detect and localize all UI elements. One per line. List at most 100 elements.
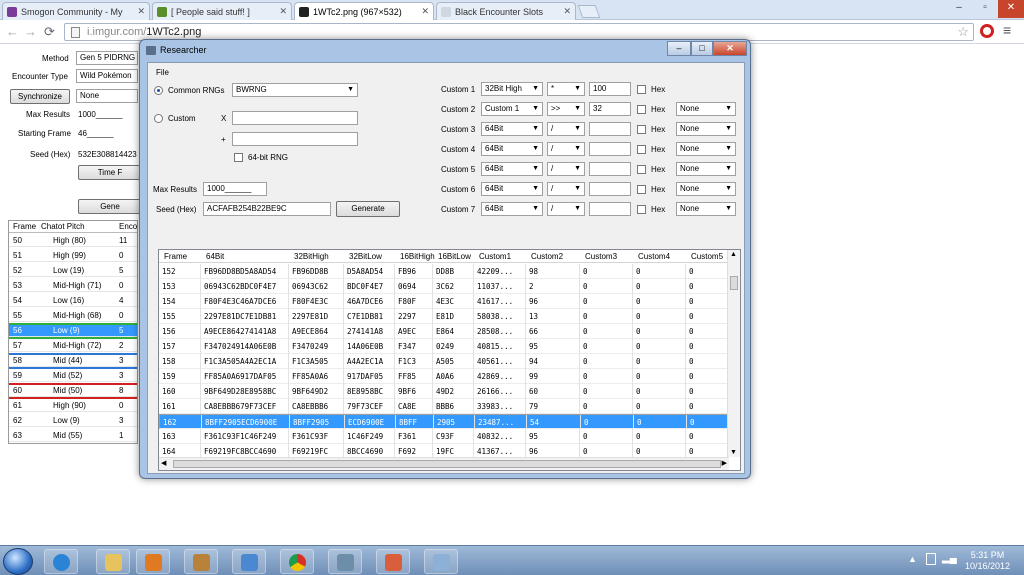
max-results-field[interactable]: 1000______ (203, 182, 267, 196)
generate-button[interactable]: Generate (336, 201, 400, 217)
synchronize-button[interactable]: Synchronize (10, 89, 70, 104)
signal-icon[interactable]: ▂▄ (942, 553, 957, 564)
table-row[interactable]: 61 High (90) 0 (9, 400, 137, 412)
custom6-type-select[interactable]: 64Bit ▼ (481, 182, 543, 196)
custom1-value-field[interactable]: 100 (589, 82, 631, 96)
custom5-type-select[interactable]: 64Bit ▼ (481, 162, 543, 176)
custom7-value-field[interactable] (589, 202, 631, 216)
table-row[interactable]: 59 Mid (52) 3 (9, 370, 137, 382)
table-row[interactable]: 152 FB96DD8BD5A8AD54 FB96DD8B D5A8AD54 FB96 D… (159, 264, 729, 279)
scroll-down-icon[interactable]: ▼ (730, 449, 737, 456)
header-frame[interactable]: Frame (13, 221, 36, 233)
custom3-type-select[interactable]: 64Bit ▼ (481, 122, 543, 136)
table-row[interactable]: 63 Mid (55) 1 (9, 430, 137, 442)
custom7-type-select[interactable]: 64Bit ▼ (481, 202, 543, 216)
seed-hex-field[interactable]: 532E308814423 (78, 150, 140, 159)
header-encounter[interactable]: Enco (119, 221, 137, 233)
custom4-hex-checkbox[interactable] (637, 145, 646, 154)
table-row[interactable]: 157 F347024914A06E0B F3470249 14A06E0B F347 0… (159, 339, 729, 354)
custom4-extra-select[interactable]: None ▼ (676, 142, 736, 156)
show-hidden-icons-icon[interactable]: ▲ (908, 554, 917, 564)
method-select[interactable]: Gen 5 PIDRNG (76, 51, 138, 65)
header-64bit[interactable]: 64Bit (206, 250, 224, 263)
clock[interactable]: 5:31 PM 10/16/2012 (965, 550, 1010, 572)
custom7-extra-select[interactable]: None ▼ (676, 202, 736, 216)
tab-imgur-image[interactable]: 1WTc2.png (967×532) ✕ (294, 2, 434, 20)
vertical-scrollbar[interactable]: ▲ ▼ (727, 250, 740, 457)
close-icon[interactable]: ✕ (279, 6, 287, 17)
custom4-value-field[interactable] (589, 142, 631, 156)
bookmark-star-icon[interactable]: ☆ (957, 24, 969, 40)
starting-frame-field[interactable]: 46______ (78, 129, 114, 138)
minimize-button[interactable]: – (946, 0, 972, 18)
close-window-button[interactable]: ✕ (713, 41, 747, 56)
table-row-selected[interactable]: 56 Low (9) 5 (9, 323, 137, 339)
tab-people-said-stuff[interactable]: [ People said stuff! ] ✕ (152, 2, 292, 20)
rng64-checkbox[interactable] (234, 153, 243, 162)
max-results-field[interactable]: 1000______ (78, 110, 123, 119)
scroll-right-icon[interactable]: ▶ (722, 459, 727, 467)
close-icon[interactable]: ✕ (137, 6, 145, 17)
custom6-op-select[interactable]: / ▼ (547, 182, 585, 196)
scroll-left-icon[interactable]: ◀ (161, 459, 166, 467)
header-frame[interactable]: Frame (164, 250, 187, 263)
common-rngs-radio[interactable] (154, 86, 163, 95)
header-custom4[interactable]: Custom4 (638, 250, 670, 263)
taskbar-media[interactable] (136, 549, 170, 574)
taskbar-chrome[interactable] (280, 549, 314, 574)
scroll-thumb-horizontal[interactable] (173, 460, 721, 468)
table-row[interactable]: 158 F1C3A505A4A2EC1A F1C3A505 A4A2EC1A F1C3 A… (159, 354, 729, 369)
custom-radio[interactable] (154, 114, 163, 123)
encounter-type-select[interactable]: Wild Pokémon (76, 69, 138, 83)
taskbar-paint[interactable] (376, 549, 410, 574)
table-row[interactable]: 153 06943C62BDC0F4E7 06943C62 BDC0F4E7 0694 3… (159, 279, 729, 294)
custom5-op-select[interactable]: / ▼ (547, 162, 585, 176)
minimize-button[interactable]: – (667, 41, 691, 56)
custom1-op-select[interactable]: * ▼ (547, 82, 585, 96)
opera-icon[interactable] (980, 24, 994, 38)
header-chatot-pitch[interactable]: Chatot Pitch (41, 221, 85, 233)
custom-x-field[interactable] (232, 111, 358, 125)
custom2-type-select[interactable]: Custom 1 ▼ (481, 102, 543, 116)
header-32bithigh[interactable]: 32BitHigh (294, 250, 329, 263)
taskbar-calculator[interactable] (424, 549, 458, 574)
back-arrow-icon[interactable]: ← (6, 24, 19, 39)
scroll-thumb[interactable] (730, 276, 738, 290)
table-row[interactable]: 159 FF85A0A6917DAF05 FF85A0A6 917DAF05 FF85 A… (159, 369, 729, 384)
taskbar-archive[interactable] (184, 549, 218, 574)
custom2-value-field[interactable]: 32 (589, 102, 631, 116)
header-custom1[interactable]: Custom1 (479, 250, 511, 263)
seed-hex-field[interactable]: ACFAFB254B22BE9C (203, 202, 331, 216)
table-row[interactable]: 50 High (80) 11 (9, 235, 137, 247)
table-row[interactable]: 51 High (99) 0 (9, 250, 137, 262)
table-row[interactable]: 161 CA8EBBB679F73CEF CA8EBBB6 79F73CEF CA8E B… (159, 399, 729, 414)
custom2-extra-select[interactable]: None ▼ (676, 102, 736, 116)
header-custom2[interactable]: Custom2 (531, 250, 563, 263)
synchronize-select[interactable]: None (76, 89, 138, 103)
wrench-menu-icon[interactable]: ≡ (1003, 22, 1011, 38)
custom6-hex-checkbox[interactable] (637, 185, 646, 194)
custom4-type-select[interactable]: 64Bit ▼ (481, 142, 543, 156)
header-custom5[interactable]: Custom5 (691, 250, 723, 263)
table-row[interactable]: 154 F80F4E3C46A7DCE6 F80F4E3C 46A7DCE6 F80F 4… (159, 294, 729, 309)
taskbar-explorer[interactable] (96, 549, 130, 574)
taskbar-notepad[interactable] (232, 549, 266, 574)
table-row[interactable]: 155 2297E81DC7E1DB81 2297E81D C7E1DB81 2297 E… (159, 309, 729, 324)
table-row-highlighted-red[interactable]: 60 Mid (50) 8 (9, 383, 137, 399)
table-row[interactable]: 57 Mid-High (72) 2 (9, 340, 137, 352)
close-icon[interactable]: ✕ (421, 6, 429, 17)
table-row[interactable]: 156 A9ECE864274141A8 A9ECE864 274141A8 A9EC E… (159, 324, 729, 339)
table-row[interactable]: 55 Mid-High (68) 0 (9, 310, 137, 322)
close-icon[interactable]: ✕ (563, 6, 571, 17)
new-tab-button[interactable] (577, 5, 601, 18)
custom3-extra-select[interactable]: None ▼ (676, 122, 736, 136)
table-row[interactable]: 53 Mid-High (71) 0 (9, 280, 137, 292)
generate-button[interactable]: Gene (78, 199, 142, 214)
taskbar-ie[interactable] (44, 549, 78, 574)
time-finder-button[interactable]: Time F (78, 165, 142, 180)
start-button[interactable] (3, 548, 33, 575)
forward-arrow-icon[interactable]: → (24, 24, 37, 39)
custom5-value-field[interactable] (589, 162, 631, 176)
scroll-up-icon[interactable]: ▲ (730, 251, 737, 258)
custom2-hex-checkbox[interactable] (637, 105, 646, 114)
